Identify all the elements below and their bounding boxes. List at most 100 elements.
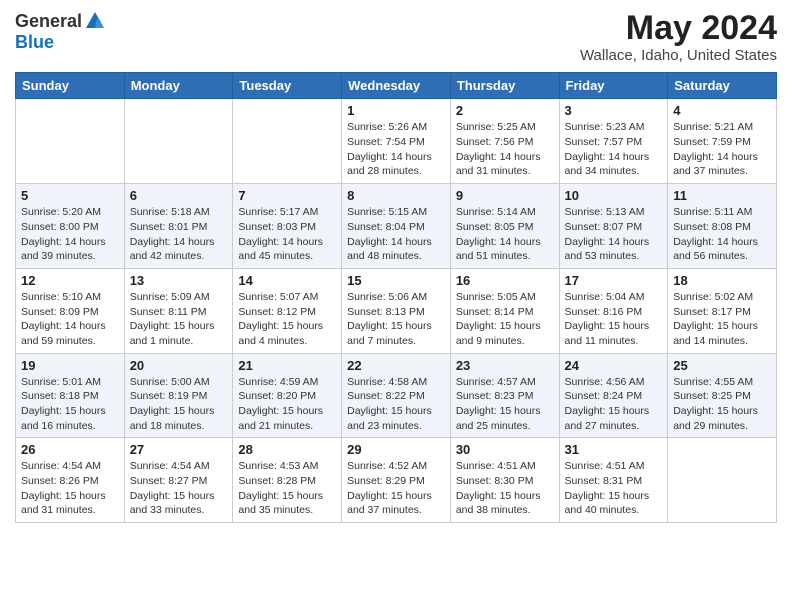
calendar-cell: 15 Sunrise: 5:06 AMSunset: 8:13 PMDayligh… bbox=[342, 268, 451, 353]
calendar-cell: 21Sunrise: 4:59 AMSunset: 8:20 PMDayligh… bbox=[233, 353, 342, 438]
day-number: 28 bbox=[238, 442, 336, 457]
day-info: Sunrise: 4:52 AMSunset: 8:29 PMDaylight:… bbox=[347, 459, 445, 518]
day-info: Sunrise: 4:56 AMSunset: 8:24 PMDaylight:… bbox=[565, 375, 663, 434]
month-year-title: May 2024 bbox=[580, 10, 777, 47]
calendar-cell: 2Sunrise: 5:25 AMSunset: 7:56 PMDaylight… bbox=[450, 99, 559, 184]
day-number: 25 bbox=[673, 358, 771, 373]
calendar-cell bbox=[124, 99, 233, 184]
day-info: Sunrise: 5:14 AMSunset: 8:05 PMDaylight:… bbox=[456, 205, 554, 264]
day-number: 3 bbox=[565, 103, 663, 118]
calendar-cell: 1 Sunrise: 5:26 AMSunset: 7:54 PMDaylight… bbox=[342, 99, 451, 184]
day-number: 31 bbox=[565, 442, 663, 457]
calendar-cell: 6Sunrise: 5:18 AMSunset: 8:01 PMDaylight… bbox=[124, 184, 233, 269]
calendar-cell bbox=[668, 438, 777, 523]
calendar-header-monday: Monday bbox=[124, 73, 233, 99]
page: General Blue May 2024 Wallace, Idaho, Un… bbox=[0, 0, 792, 538]
day-info: Sunrise: 4:57 AMSunset: 8:23 PMDaylight:… bbox=[456, 375, 554, 434]
day-number: 5 bbox=[21, 188, 119, 203]
calendar-cell: 18 Sunrise: 5:02 AMSunset: 8:17 PMDayligh… bbox=[668, 268, 777, 353]
calendar-header-sunday: Sunday bbox=[16, 73, 125, 99]
calendar-cell: 17 Sunrise: 5:04 AMSunset: 8:16 PMDayligh… bbox=[559, 268, 668, 353]
calendar-header-thursday: Thursday bbox=[450, 73, 559, 99]
day-info: Sunrise: 5:17 AMSunset: 8:03 PMDaylight:… bbox=[238, 205, 336, 264]
calendar-cell bbox=[233, 99, 342, 184]
day-info: Sunrise: 4:51 AMSunset: 8:31 PMDaylight:… bbox=[565, 459, 663, 518]
title-section: May 2024 Wallace, Idaho, United States bbox=[580, 10, 777, 64]
calendar-header-saturday: Saturday bbox=[668, 73, 777, 99]
day-number: 14 bbox=[238, 273, 336, 288]
day-info: Sunrise: 5:21 AMSunset: 7:59 PMDaylight:… bbox=[673, 120, 771, 179]
day-info: Sunrise: 5:02 AMSunset: 8:17 PMDaylight:… bbox=[673, 290, 771, 349]
day-info: Sunrise: 4:59 AMSunset: 8:20 PMDaylight:… bbox=[238, 375, 336, 434]
day-info: Sunrise: 5:20 AMSunset: 8:00 PMDaylight:… bbox=[21, 205, 119, 264]
day-info: Sunrise: 4:51 AMSunset: 8:30 PMDaylight:… bbox=[456, 459, 554, 518]
calendar-week-row: 26Sunrise: 4:54 AMSunset: 8:26 PMDayligh… bbox=[16, 438, 777, 523]
calendar-table: SundayMondayTuesdayWednesdayThursdayFrid… bbox=[15, 72, 777, 523]
calendar-week-row: 12 Sunrise: 5:10 AMSunset: 8:09 PMDayligh… bbox=[16, 268, 777, 353]
day-number: 8 bbox=[347, 188, 445, 203]
location-label: Wallace, Idaho, United States bbox=[580, 47, 777, 64]
calendar-cell: 13 Sunrise: 5:09 AMSunset: 8:11 PMDayligh… bbox=[124, 268, 233, 353]
calendar-cell: 14 Sunrise: 5:07 AMSunset: 8:12 PMDayligh… bbox=[233, 268, 342, 353]
calendar-header-wednesday: Wednesday bbox=[342, 73, 451, 99]
day-number: 4 bbox=[673, 103, 771, 118]
day-info: Sunrise: 5:15 AMSunset: 8:04 PMDaylight:… bbox=[347, 205, 445, 264]
day-number: 18 bbox=[673, 273, 771, 288]
day-info: Sunrise: 5:26 AMSunset: 7:54 PMDaylight:… bbox=[347, 120, 445, 179]
day-number: 17 bbox=[565, 273, 663, 288]
day-number: 1 bbox=[347, 103, 445, 118]
day-info: Sunrise: 4:54 AMSunset: 8:27 PMDaylight:… bbox=[130, 459, 228, 518]
day-number: 16 bbox=[456, 273, 554, 288]
calendar-cell: 24 Sunrise: 4:56 AMSunset: 8:24 PMDayligh… bbox=[559, 353, 668, 438]
day-number: 6 bbox=[130, 188, 228, 203]
day-number: 10 bbox=[565, 188, 663, 203]
day-info: Sunrise: 5:01 AMSunset: 8:18 PMDaylight:… bbox=[21, 375, 119, 434]
calendar-cell: 10 Sunrise: 5:13 AMSunset: 8:07 PMDayligh… bbox=[559, 184, 668, 269]
calendar-cell: 7 Sunrise: 5:17 AMSunset: 8:03 PMDaylight… bbox=[233, 184, 342, 269]
day-number: 7 bbox=[238, 188, 336, 203]
logo-icon bbox=[84, 10, 106, 32]
calendar-cell: 9Sunrise: 5:14 AMSunset: 8:05 PMDaylight… bbox=[450, 184, 559, 269]
day-number: 12 bbox=[21, 273, 119, 288]
day-number: 27 bbox=[130, 442, 228, 457]
header: General Blue May 2024 Wallace, Idaho, Un… bbox=[15, 10, 777, 64]
calendar-cell bbox=[16, 99, 125, 184]
day-info: Sunrise: 4:53 AMSunset: 8:28 PMDaylight:… bbox=[238, 459, 336, 518]
day-number: 29 bbox=[347, 442, 445, 457]
calendar-cell: 28 Sunrise: 4:53 AMSunset: 8:28 PMDayligh… bbox=[233, 438, 342, 523]
calendar-week-row: 1 Sunrise: 5:26 AMSunset: 7:54 PMDaylight… bbox=[16, 99, 777, 184]
calendar-cell: 26Sunrise: 4:54 AMSunset: 8:26 PMDayligh… bbox=[16, 438, 125, 523]
day-info: Sunrise: 5:04 AMSunset: 8:16 PMDaylight:… bbox=[565, 290, 663, 349]
calendar-header-row: SundayMondayTuesdayWednesdayThursdayFrid… bbox=[16, 73, 777, 99]
calendar-cell: 29 Sunrise: 4:52 AMSunset: 8:29 PMDayligh… bbox=[342, 438, 451, 523]
day-info: Sunrise: 5:07 AMSunset: 8:12 PMDaylight:… bbox=[238, 290, 336, 349]
day-number: 26 bbox=[21, 442, 119, 457]
day-number: 15 bbox=[347, 273, 445, 288]
logo-general: General bbox=[15, 11, 82, 32]
day-info: Sunrise: 4:58 AMSunset: 8:22 PMDaylight:… bbox=[347, 375, 445, 434]
calendar-cell: 25Sunrise: 4:55 AMSunset: 8:25 PMDayligh… bbox=[668, 353, 777, 438]
day-number: 19 bbox=[21, 358, 119, 373]
day-info: Sunrise: 5:06 AMSunset: 8:13 PMDaylight:… bbox=[347, 290, 445, 349]
logo-blue: Blue bbox=[15, 32, 54, 53]
calendar-cell: 31 Sunrise: 4:51 AMSunset: 8:31 PMDayligh… bbox=[559, 438, 668, 523]
calendar-cell: 3 Sunrise: 5:23 AMSunset: 7:57 PMDaylight… bbox=[559, 99, 668, 184]
calendar-cell: 5 Sunrise: 5:20 AMSunset: 8:00 PMDaylight… bbox=[16, 184, 125, 269]
calendar-cell: 16 Sunrise: 5:05 AMSunset: 8:14 PMDayligh… bbox=[450, 268, 559, 353]
day-info: Sunrise: 5:25 AMSunset: 7:56 PMDaylight:… bbox=[456, 120, 554, 179]
calendar-cell: 30Sunrise: 4:51 AMSunset: 8:30 PMDayligh… bbox=[450, 438, 559, 523]
day-info: Sunrise: 5:13 AMSunset: 8:07 PMDaylight:… bbox=[565, 205, 663, 264]
day-number: 13 bbox=[130, 273, 228, 288]
day-info: Sunrise: 5:10 AMSunset: 8:09 PMDaylight:… bbox=[21, 290, 119, 349]
calendar-cell: 27 Sunrise: 4:54 AMSunset: 8:27 PMDayligh… bbox=[124, 438, 233, 523]
calendar-cell: 20Sunrise: 5:00 AMSunset: 8:19 PMDayligh… bbox=[124, 353, 233, 438]
day-number: 20 bbox=[130, 358, 228, 373]
day-info: Sunrise: 5:23 AMSunset: 7:57 PMDaylight:… bbox=[565, 120, 663, 179]
day-info: Sunrise: 5:05 AMSunset: 8:14 PMDaylight:… bbox=[456, 290, 554, 349]
day-info: Sunrise: 5:09 AMSunset: 8:11 PMDaylight:… bbox=[130, 290, 228, 349]
calendar-cell: 8 Sunrise: 5:15 AMSunset: 8:04 PMDaylight… bbox=[342, 184, 451, 269]
day-number: 24 bbox=[565, 358, 663, 373]
calendar-cell: 11Sunrise: 5:11 AMSunset: 8:08 PMDayligh… bbox=[668, 184, 777, 269]
logo: General Blue bbox=[15, 10, 106, 53]
calendar-header-tuesday: Tuesday bbox=[233, 73, 342, 99]
